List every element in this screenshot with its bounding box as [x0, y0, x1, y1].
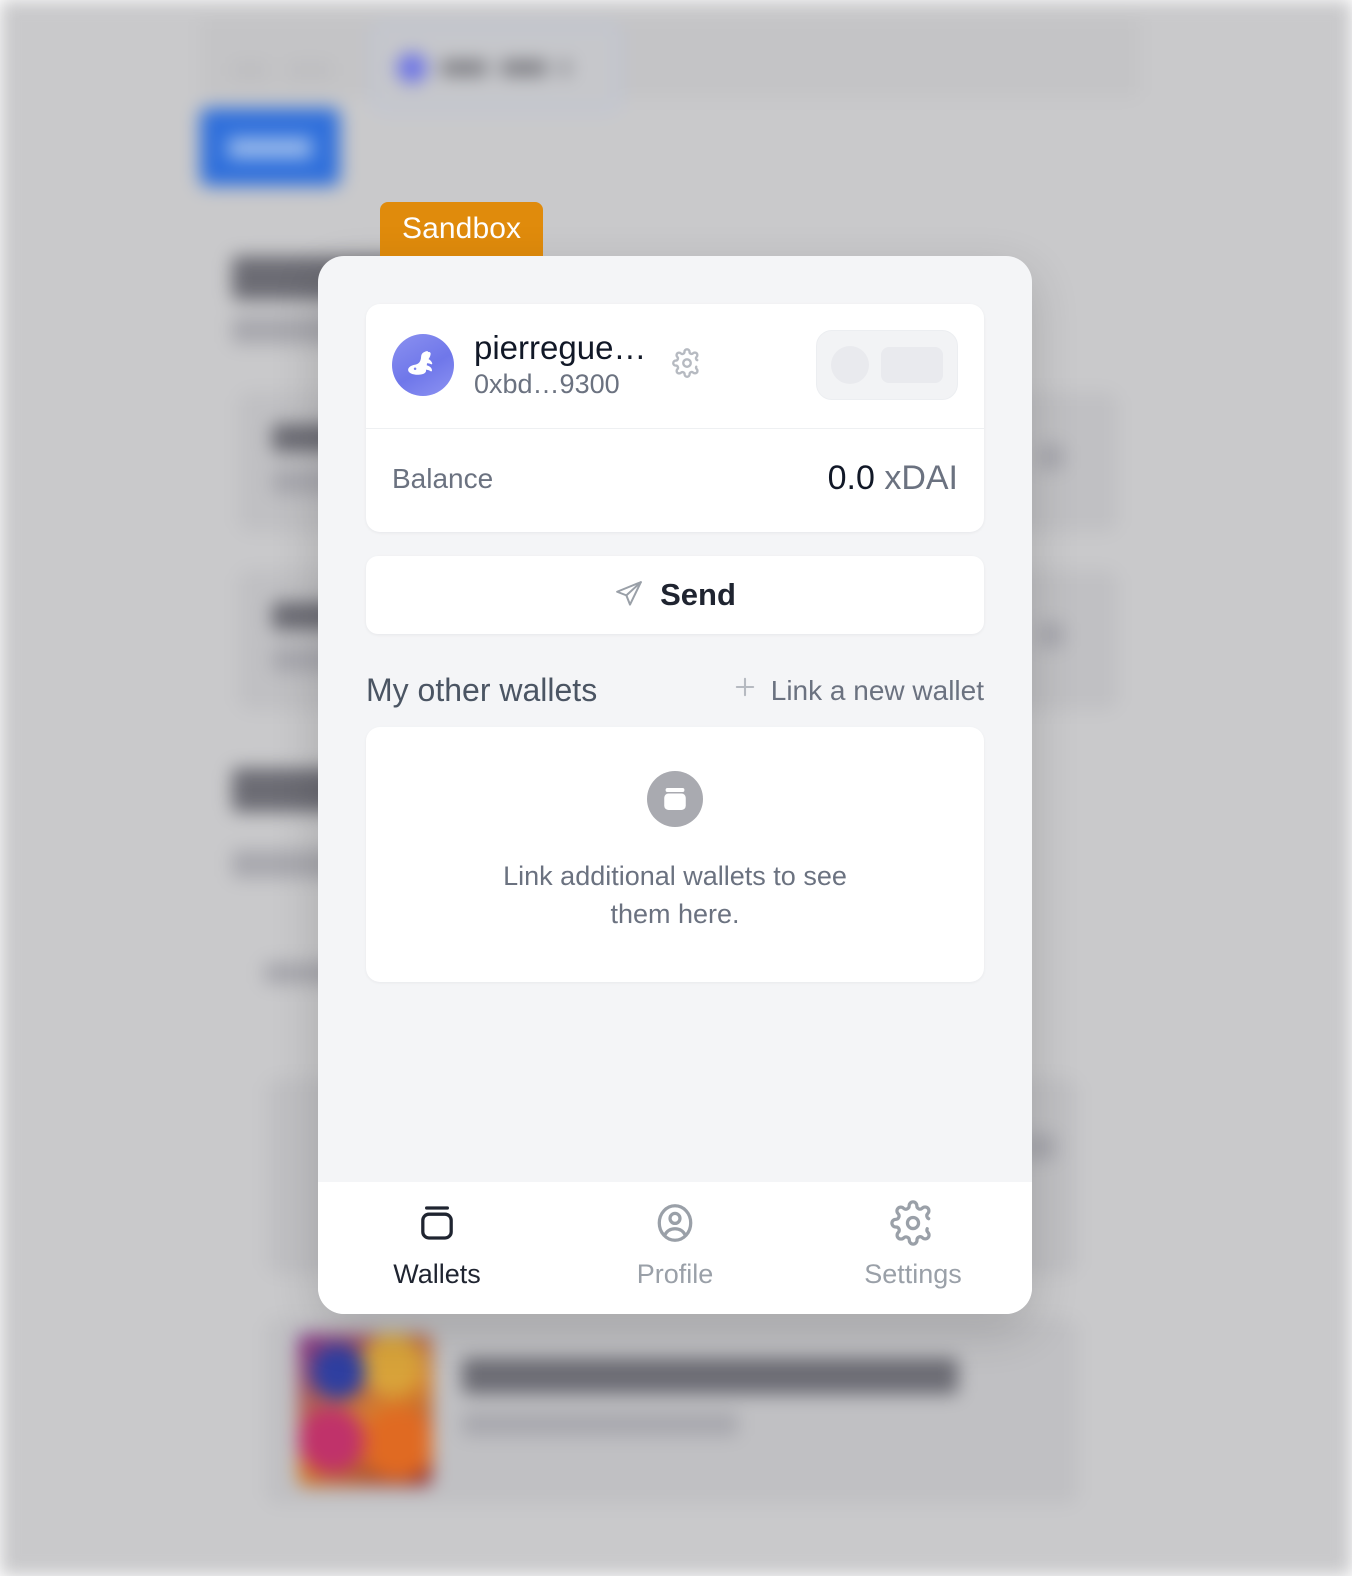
profile-icon [652, 1200, 698, 1249]
skeleton-bar [881, 347, 943, 383]
background-network-chip [372, 24, 620, 112]
background-item-sub [462, 1412, 738, 1436]
nav-label-settings: Settings [864, 1259, 962, 1289]
balance-value: 0.0 xDAI [828, 459, 958, 498]
background-icon-placeholder [288, 62, 332, 78]
bottom-navigation: Wallets Profile Settings [318, 1182, 1032, 1314]
skeleton-circle [831, 346, 869, 384]
balance-row: Balance 0.0 xDAI [366, 429, 984, 532]
account-address: 0xbd…9300 [474, 368, 620, 399]
background-chip-text [561, 61, 569, 75]
balance-amount: 0.0 [827, 459, 875, 497]
background-chip-dot-icon [397, 53, 427, 83]
modal-body: pierregue… 0xbd…9300 Balance 0.0 xDAI Se… [318, 256, 1032, 1182]
nav-item-profile[interactable]: Profile [556, 1200, 794, 1290]
balance-currency: xDAI [884, 459, 958, 497]
wallet-modal: pierregue… 0xbd…9300 Balance 0.0 xDAI Se… [318, 256, 1032, 1314]
background-back-button [200, 108, 340, 186]
background-card-icon [1038, 622, 1064, 648]
balance-label: Balance [392, 462, 494, 494]
other-wallets-empty-card: Link additional wallets to see them here… [366, 727, 984, 982]
network-selector-skeleton[interactable] [816, 330, 958, 400]
background-topbar [200, 18, 1140, 98]
gear-icon [672, 347, 702, 383]
background-chip-text [501, 61, 547, 75]
background-card-icon [1038, 444, 1064, 470]
account-card: pierregue… 0xbd…9300 Balance 0.0 xDAI [366, 304, 984, 532]
send-button[interactable]: Send [366, 556, 984, 634]
background-item-title [462, 1358, 958, 1394]
send-paper-plane-icon [614, 579, 644, 612]
other-wallets-empty-text: Link additional wallets to see them here… [503, 861, 847, 930]
other-wallets-header: My other wallets Link a new wallet [366, 672, 984, 709]
nav-item-wallets[interactable]: Wallets [318, 1200, 556, 1290]
account-row: pierregue… 0xbd…9300 [366, 304, 984, 428]
other-wallets-title: My other wallets [366, 672, 598, 708]
gear-icon [890, 1200, 936, 1249]
sandbox-badge: Sandbox [380, 202, 544, 258]
nav-label-wallets: Wallets [393, 1259, 481, 1289]
wallet-icon [647, 771, 703, 827]
background-icon-placeholder [232, 62, 268, 78]
background-thumbnail-image [298, 1334, 432, 1486]
nav-item-settings[interactable]: Settings [794, 1200, 1032, 1290]
wallet-icon [414, 1200, 460, 1249]
link-new-wallet-button[interactable]: Link a new wallet [731, 673, 984, 708]
plus-icon [731, 673, 759, 708]
rabbit-avatar-icon [392, 334, 454, 396]
nav-label-profile: Profile [636, 1259, 714, 1289]
account-settings-button[interactable] [672, 347, 702, 383]
link-new-wallet-label: Link a new wallet [770, 674, 984, 706]
account-name: pierregue… [474, 329, 647, 366]
background-chip-text [441, 61, 487, 75]
send-button-label: Send [660, 577, 736, 612]
account-identity: pierregue… 0xbd…9300 [474, 329, 647, 400]
